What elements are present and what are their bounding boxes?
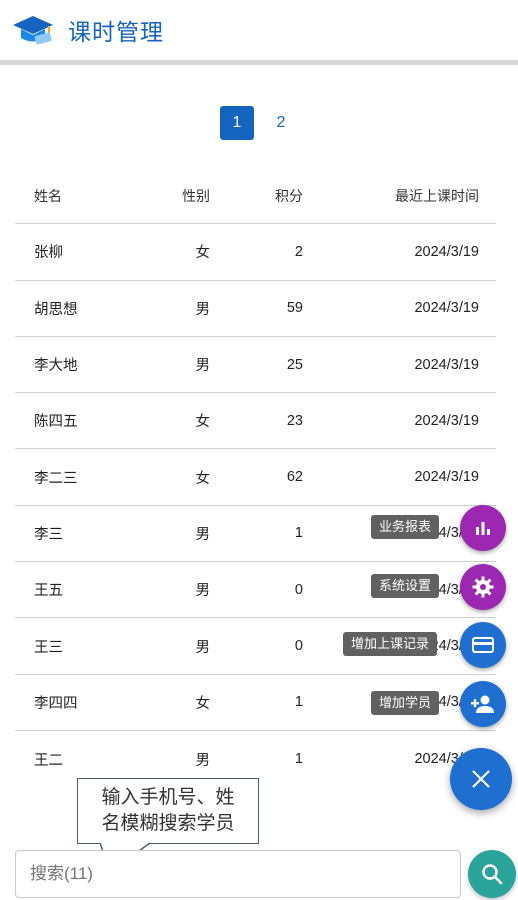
search-icon xyxy=(482,864,503,885)
cell-name: 王二 xyxy=(34,752,63,769)
bar-chart-icon xyxy=(476,522,490,535)
table-row[interactable]: 胡思想 男 59 2024/3/19 xyxy=(15,281,496,337)
cell-name: 张柳 xyxy=(34,245,63,262)
cell-last-class-date: 2024/3/19 xyxy=(414,412,479,429)
credit-card-icon xyxy=(472,637,494,653)
graduation-cap-icon xyxy=(10,10,56,50)
cell-score: 0 xyxy=(294,581,303,598)
fab-label-add-student[interactable]: 增加学员 xyxy=(371,691,440,715)
app-root: 课时管理 1 2 姓名 性别 积分 最近上课时间 张柳女 2 2024/3/19 胡思… xyxy=(0,0,518,900)
cell-score: 1 xyxy=(294,525,303,542)
table-row[interactable]: 李大地 男 25 2024/3/19 xyxy=(15,337,496,394)
cell-name: 陈四五 xyxy=(34,414,78,431)
table-row[interactable]: 李二三 女 62 2024/3/19 xyxy=(15,449,496,506)
pagination: 1 2 xyxy=(0,106,518,140)
fab-label-add-class-record[interactable]: 增加上课记录 xyxy=(343,632,438,656)
cell-gender: 男 xyxy=(195,301,211,318)
cell-gender: 男 xyxy=(195,358,211,375)
cell-score: 1 xyxy=(294,694,303,711)
page-button-2[interactable]: 2 xyxy=(264,106,298,140)
add-person-icon xyxy=(471,695,494,713)
cell-name: 李二三 xyxy=(34,470,78,487)
add-class-record-button[interactable] xyxy=(460,622,506,668)
column-header-last-class[interactable]: 最近上课时间 xyxy=(303,186,496,206)
table-row[interactable]: 张柳 女 2 2024/3/19 xyxy=(15,224,496,281)
fab-label-report[interactable]: 业务报表 xyxy=(371,515,440,539)
search-button[interactable] xyxy=(468,850,516,898)
cell-gender: 男 xyxy=(195,526,211,543)
tooltip-line-1: 输入手机号、姓 xyxy=(101,787,235,808)
cell-gender: 女 xyxy=(195,695,211,712)
column-header-name[interactable]: 姓名 xyxy=(15,186,135,206)
settings-button[interactable] xyxy=(460,564,506,610)
cell-last-class-date: 2024/3/19 xyxy=(414,243,479,260)
table-header-row: 姓名 性别 积分 最近上课时间 xyxy=(15,168,496,225)
search-hint-tooltip: 输入手机号、姓 名模糊搜索学员 xyxy=(77,778,259,844)
cell-name: 胡思想 xyxy=(34,301,78,318)
search-input[interactable] xyxy=(15,850,461,898)
cell-score: 2 xyxy=(294,243,303,260)
report-button[interactable] xyxy=(460,505,506,551)
fab-label-settings[interactable]: 系统设置 xyxy=(371,574,440,598)
cell-score: 62 xyxy=(286,469,303,486)
fab-main-close-button[interactable] xyxy=(450,748,512,810)
cell-name: 李四四 xyxy=(34,695,78,712)
header-divider xyxy=(0,60,518,65)
cell-name: 李三 xyxy=(34,526,63,543)
cell-score: 23 xyxy=(286,412,303,429)
cell-gender: 男 xyxy=(195,752,211,769)
column-header-gender[interactable]: 性别 xyxy=(135,186,210,206)
gear-icon xyxy=(472,576,494,598)
cell-gender: 女 xyxy=(195,414,211,431)
cell-gender: 女 xyxy=(195,245,211,262)
cell-gender: 女 xyxy=(195,470,211,487)
page-title: 课时管理 xyxy=(68,19,164,45)
tooltip-line-2: 名模糊搜索学员 xyxy=(101,813,235,834)
cell-score: 25 xyxy=(286,356,303,373)
cell-last-class-date: 2024/3/19 xyxy=(414,300,479,317)
cell-name: 王三 xyxy=(34,639,63,656)
column-header-score[interactable]: 积分 xyxy=(210,186,303,206)
cell-last-class-date: 2024/3/19 xyxy=(414,356,479,373)
cell-name: 李大地 xyxy=(34,358,78,375)
close-icon xyxy=(472,770,490,788)
add-student-button[interactable] xyxy=(460,681,506,727)
app-header: 课时管理 xyxy=(0,0,518,60)
cell-last-class-date: 2024/3/19 xyxy=(414,469,479,486)
table-row[interactable]: 陈四五 女 23 2024/3/19 xyxy=(15,393,496,450)
cell-name: 王五 xyxy=(34,583,63,600)
page-button-1[interactable]: 1 xyxy=(220,106,254,140)
cell-score: 0 xyxy=(294,638,303,655)
cell-score: 59 xyxy=(286,300,303,317)
cell-score: 1 xyxy=(294,751,303,768)
cell-gender: 男 xyxy=(195,583,211,600)
cell-gender: 男 xyxy=(195,639,211,656)
